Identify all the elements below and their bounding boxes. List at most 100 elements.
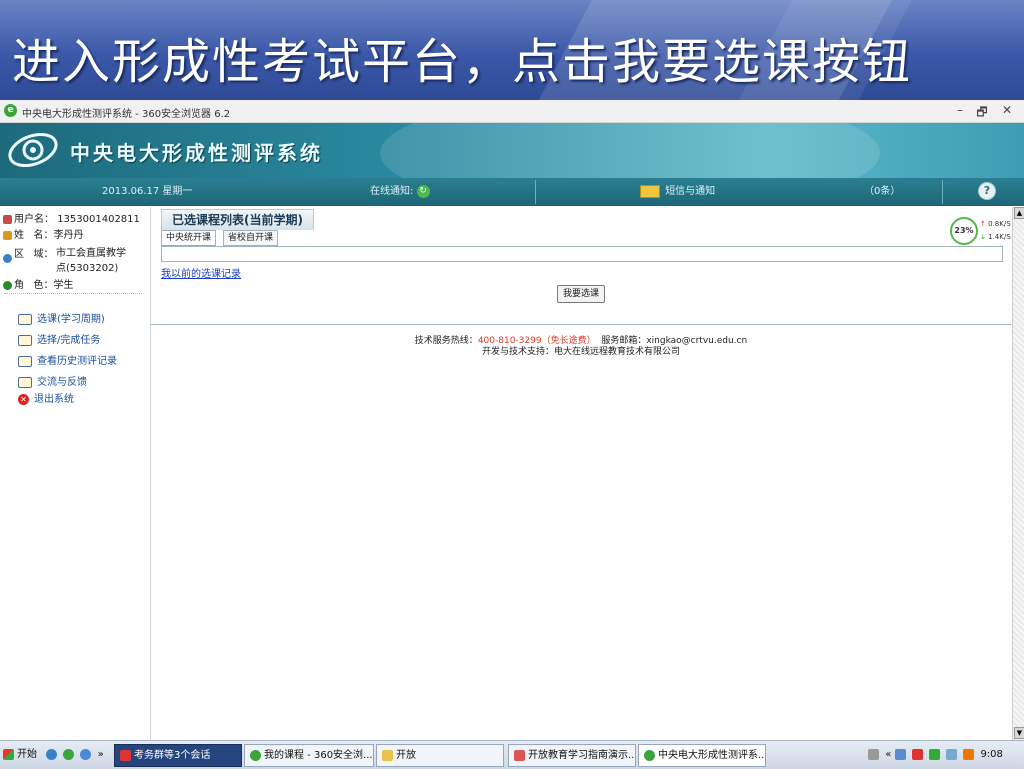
browser360-icon — [644, 749, 655, 761]
tab-panel — [161, 246, 1003, 262]
network-speed-widget[interactable]: 23% ↑ 0.8K/S ↓ 1.4K/S — [948, 215, 1014, 245]
ie-icon[interactable] — [46, 748, 57, 760]
minimize-button[interactable]: – — [952, 103, 968, 117]
download-value: 1.4K/S — [988, 233, 1011, 241]
taskbar-label: 考务群等3个会话 — [134, 750, 211, 761]
vertical-scrollbar[interactable]: ▲ ▼ — [1012, 207, 1024, 740]
region-row: 区 域： — [3, 245, 54, 263]
keyboard-icon[interactable] — [868, 748, 879, 760]
volume-icon[interactable] — [894, 748, 906, 760]
role-label: 角 色： — [14, 280, 54, 291]
taskbar-item-browser[interactable]: 我的课程 - 360安全浏... — [244, 744, 374, 767]
taskbar-item-slides[interactable]: 开放教育学习指南演示... — [508, 744, 636, 767]
region-value-2: 点(5303202) — [56, 263, 119, 274]
tray-chevron-icon[interactable]: « — [885, 749, 891, 760]
region-value-1: 市工会直属教学 — [56, 248, 126, 259]
main-content: 已选课程列表(当前学期) 中央统开课 省校自开课 我以前的选课记录 我要选课 技… — [151, 207, 1011, 740]
username-label: 用户名： — [14, 214, 54, 225]
help-button[interactable]: ? — [978, 178, 996, 206]
clock[interactable]: 9:08 — [980, 749, 1002, 760]
messages-label: 短信与通知 — [665, 186, 716, 197]
select-course-button[interactable]: 我要选课 — [557, 285, 606, 303]
upload-value: 0.8K/S — [988, 220, 1011, 228]
book-icon — [18, 376, 32, 388]
message-count: （0条） — [864, 186, 901, 197]
online-notice-label: 在线通知: — [370, 186, 414, 197]
qq-tray-icon[interactable] — [911, 748, 923, 760]
taskbar-label: 我的课程 - 360安全浏... — [264, 750, 373, 761]
history-link[interactable]: 我以前的选课记录 — [161, 265, 241, 280]
tab-provincial-courses[interactable]: 省校自开课 — [223, 230, 279, 246]
role-row: 角 色：学生 — [3, 276, 74, 291]
network-icon[interactable] — [946, 748, 958, 760]
sidebar-divider — [4, 293, 142, 294]
header-decoration — [380, 123, 880, 178]
scroll-up-arrow-icon[interactable]: ▲ — [1014, 207, 1024, 219]
slide-banner: 进入形成性考试平台，点击我要选课按钮 — [0, 0, 1024, 100]
content-divider — [151, 324, 1011, 325]
help-icon: ? — [978, 182, 996, 200]
sidebar: 用户名： 1353001402811 姓 名：李丹丹 区 域： 市工会直属教学 … — [0, 207, 151, 740]
browser360-icon[interactable] — [63, 748, 75, 760]
presentation-icon — [514, 749, 525, 761]
role-icon — [3, 280, 12, 290]
browser-icon: e — [4, 104, 17, 117]
close-button[interactable]: ✕ — [999, 103, 1015, 117]
online-notice[interactable]: 在线通知: ↻ — [370, 178, 430, 206]
section-title: 已选课程列表(当前学期) — [161, 209, 314, 230]
qq-icon — [120, 749, 131, 761]
menu-item-tasks[interactable]: 选择/完成任务 — [18, 331, 100, 346]
menu-item-logout[interactable]: ✕ 退出系统 — [18, 390, 74, 405]
folder-icon — [382, 749, 393, 761]
logo-icon — [8, 132, 58, 168]
taskbar-item-system[interactable]: 中央电大形成性测评系... — [638, 744, 766, 767]
role-value: 学生 — [53, 280, 74, 291]
book-icon — [18, 313, 32, 325]
username-row: 用户名： 1353001402811 — [3, 210, 140, 225]
browser360-icon — [250, 749, 261, 761]
slide-title: 进入形成性考试平台，点击我要选课按钮 — [12, 34, 913, 90]
menu-label: 查看历史测评记录 — [37, 356, 117, 367]
restore-button[interactable]: 🗗 — [974, 103, 990, 124]
book-icon — [18, 334, 32, 346]
globe-icon[interactable] — [80, 748, 92, 760]
taskbar-label: 中央电大形成性测评系... — [658, 750, 766, 761]
start-label: 开始 — [17, 749, 37, 760]
menu-item-select-course[interactable]: 选课(学习周期) — [18, 310, 105, 325]
shield-icon[interactable] — [928, 748, 940, 760]
windows-icon — [3, 748, 14, 760]
taskbar-label: 开放教育学习指南演示... — [528, 750, 636, 761]
user-icon — [3, 214, 12, 224]
browser-title: 中央电大形成性测评系统 - 360安全浏览器 6.2 — [22, 109, 231, 120]
date-display: 2013.06.17 星期一 — [102, 186, 193, 197]
app-header: 中央电大形成性测评系统 — [0, 123, 1024, 178]
tab-central-courses[interactable]: 中央统开课 — [161, 230, 217, 247]
menu-label: 交流与反馈 — [37, 377, 87, 388]
speed-percent: 23% — [950, 217, 978, 245]
exit-icon: ✕ — [18, 393, 29, 405]
system-tray: « 9:08 — [868, 744, 1020, 765]
book-icon — [18, 355, 32, 367]
scroll-down-arrow-icon[interactable]: ▼ — [1014, 727, 1024, 739]
upload-speed: ↑ 0.8K/S — [980, 220, 1011, 228]
menu-label: 选择/完成任务 — [37, 335, 101, 346]
name-row: 姓 名：李丹丹 — [3, 226, 84, 241]
menu-item-history[interactable]: 查看历史测评记录 — [18, 352, 117, 367]
update-icon[interactable] — [963, 748, 975, 760]
menu-label: 选课(学习周期) — [37, 314, 105, 325]
divider — [535, 180, 536, 204]
arrow-down-icon: ↓ — [980, 233, 986, 241]
taskbar-item-folder[interactable]: 开放 — [376, 744, 504, 767]
quicklaunch: » — [46, 745, 104, 765]
download-speed: ↓ 1.4K/S — [980, 233, 1011, 241]
menu-item-feedback[interactable]: 交流与反馈 — [18, 373, 87, 388]
envelope-icon — [640, 184, 660, 198]
start-button[interactable]: 开始 — [3, 745, 37, 765]
footer-support: 开发与技术支持：电大在线远程教育技术有限公司 — [481, 347, 680, 357]
refresh-icon[interactable]: ↻ — [416, 184, 430, 198]
messages-link[interactable]: 短信与通知 — [640, 178, 715, 206]
person-icon — [3, 230, 12, 240]
taskbar-item-qq[interactable]: 考务群等3个会话 — [114, 744, 242, 767]
arrow-up-icon: ↑ — [980, 220, 986, 228]
chevron-right-icon[interactable]: » — [98, 749, 104, 760]
